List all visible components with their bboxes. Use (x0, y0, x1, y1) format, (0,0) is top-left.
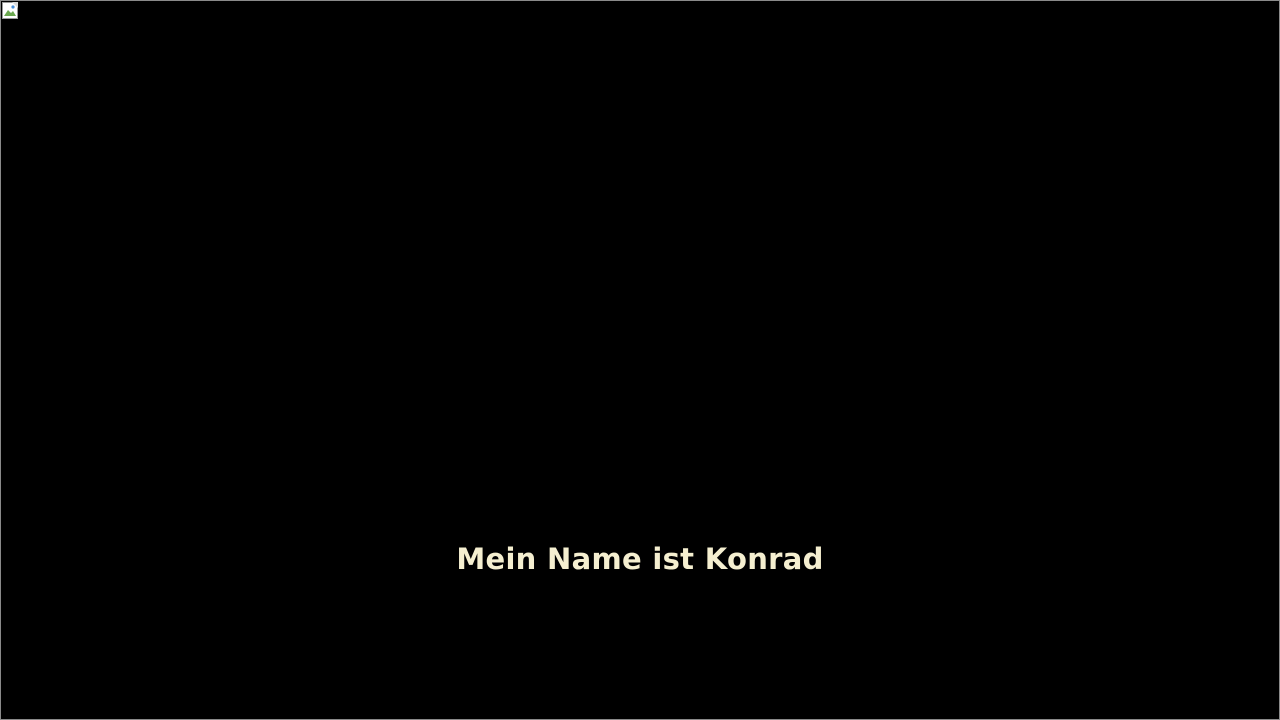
subtitle-caption: Mein Name ist Konrad (456, 542, 824, 576)
video-stage[interactable]: Mein Name ist Konrad (0, 0, 1280, 720)
broken-image-icon (2, 2, 20, 20)
